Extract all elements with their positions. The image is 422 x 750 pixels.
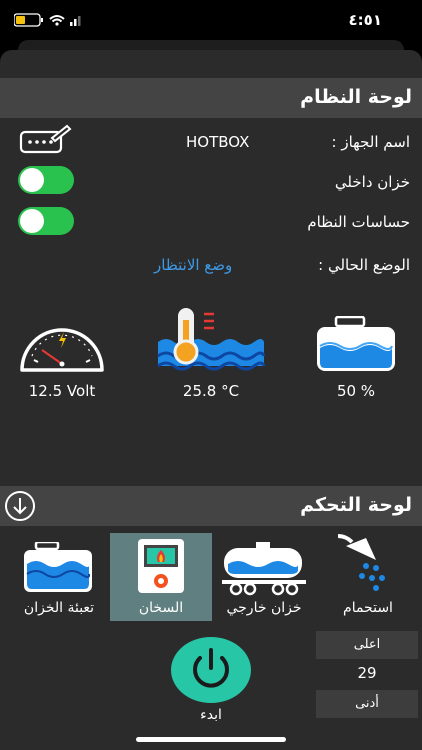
internal-tank-toggle[interactable] [18,166,74,194]
voltmeter-icon [20,328,104,372]
heater-icon [138,539,184,593]
temperature-value: 25.8 °C [182,382,240,400]
status-time: ٤:٥١ [348,11,382,29]
edit-name-icon[interactable] [18,124,72,156]
status-bar: ٤:٥١ [0,0,422,40]
level-value: 29 [357,664,377,682]
current-mode-value: وضع الانتظار [154,256,233,274]
tank-level-value: 50 % [336,382,376,400]
shower-icon [337,534,385,591]
fill-tank-icon [24,542,92,592]
power-button[interactable] [170,636,252,704]
tile-shower[interactable]: استحمام [316,530,420,620]
tile-heater[interactable]: السخان [110,533,212,621]
voltage-value: 12.5 Volt [28,382,96,400]
tile-heater-label: السخان [138,600,184,616]
tile-shower-label: استحمام [343,600,393,616]
tile-external-tank-label: خزان خارجي [226,600,302,616]
toggle-knob [20,209,44,233]
start-label: ابدء [200,707,222,723]
system-panel-header: لوحة النظام [0,78,422,118]
thermometer-icon [157,308,266,371]
lower-level-button[interactable]: أدنى [316,690,418,718]
tank-level-icon [317,316,395,371]
upper-level-button[interactable]: اعلى [316,631,418,659]
control-panel-header: لوحة التحكم [0,486,422,526]
toggle-knob [20,168,44,192]
control-panel-title: لوحة التحكم [300,494,412,516]
collapse-arrow-icon[interactable] [4,490,36,522]
tile-fill-tank[interactable]: تعبئة الخزان [8,530,110,620]
system-sensors-toggle[interactable] [18,207,74,235]
device-name-label: اسم الجهاز : [331,133,410,151]
tile-external-tank[interactable]: خزان خارجي [214,530,314,620]
current-mode-label: الوضع الحالي : [318,256,410,274]
tile-fill-tank-label: تعبئة الخزان [23,600,95,616]
internal-tank-label: خزان داخلي [334,173,410,191]
external-tank-icon [222,542,306,596]
system-panel-title: لوحة النظام [300,86,412,108]
system-sensors-label: حساسات النظام [307,213,410,231]
device-name-value: HOTBOX [186,133,250,151]
home-indicator[interactable] [136,737,286,742]
status-icons [14,13,81,27]
